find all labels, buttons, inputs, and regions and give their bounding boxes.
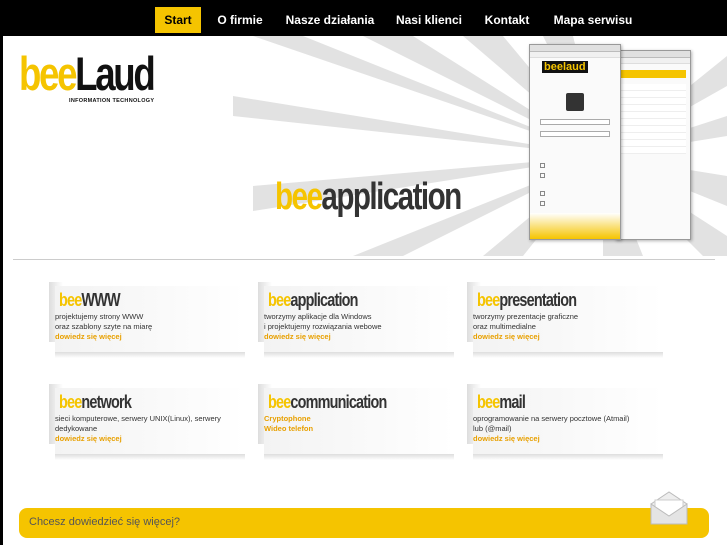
service-description: sieci komputerowe, serwery UNIX(Linux), … (55, 414, 255, 444)
more-link[interactable]: dowiedz się więcej (473, 332, 673, 342)
logo-tagline: INFORMATION TECHNOLOGY (69, 98, 155, 104)
more-link[interactable]: dowiedz się więcej (473, 434, 673, 444)
video-phone-link[interactable]: Wideo telefon (264, 424, 464, 434)
nav-nasze-dzialania[interactable]: Nasze działania (282, 7, 378, 33)
section-divider (13, 259, 715, 260)
logo-bee: bee (19, 47, 77, 100)
service-title: beeapplication (268, 290, 358, 311)
main-nav: Start O firmie Nasze działania Nasi klie… (0, 0, 727, 36)
beelaud-logo[interactable]: beeLaud INFORMATION TECHNOLOGY (19, 47, 191, 104)
banner-title-bee: bee (275, 176, 323, 218)
nav-mapa-serwisu[interactable]: Mapa serwisu (548, 7, 638, 33)
more-link[interactable]: dowiedz się więcej (264, 332, 464, 342)
service-description: tworzymy aplikacje dla Windows i projekt… (264, 312, 464, 342)
nav-nasi-klienci[interactable]: Nasi klienci (390, 7, 468, 33)
service-bee: bee (59, 290, 82, 310)
service-name: mail (499, 392, 526, 412)
service-line: projektujemy strony WWW (55, 312, 144, 321)
service-communication: beecommunication Cryptophone Wideo telef… (258, 384, 464, 460)
page-content: beeLaud INFORMATION TECHNOLOGY beeapplic… (3, 36, 727, 545)
service-description: projektujemy strony WWW oraz szablony sz… (55, 312, 255, 342)
service-name: application (290, 290, 358, 310)
logo-wordmark: beeLaud (19, 47, 156, 100)
service-bee: bee (477, 290, 500, 310)
service-bee: bee (268, 290, 291, 310)
nav-o-firmie[interactable]: O firmie (210, 7, 270, 33)
service-line: sieci komputerowe, serwery UNIX(Linux), … (55, 414, 221, 423)
contact-bar[interactable]: Chcesz dowiedzieć się więcej? (19, 508, 709, 538)
service-application: beeapplication tworzymy aplikacje dla Wi… (258, 282, 464, 358)
nav-start[interactable]: Start (155, 7, 201, 33)
service-www: beeWWW projektujemy strony WWW oraz szab… (49, 282, 255, 358)
service-title: beecommunication (268, 392, 387, 413)
service-line: dedykowane (55, 424, 98, 433)
cryptophone-link[interactable]: Cryptophone (264, 414, 464, 424)
service-title: beeWWW (59, 290, 121, 311)
more-link[interactable]: dowiedz się więcej (55, 434, 255, 444)
service-line: oprogramowanie na serwery pocztowe (Atma… (473, 414, 630, 423)
service-title: beenetwork (59, 392, 132, 413)
service-name: network (81, 392, 132, 412)
service-description: Cryptophone Wideo telefon (264, 414, 464, 434)
service-title: beemail (477, 392, 526, 413)
contact-bar-text: Chcesz dowiedzieć się więcej? (29, 516, 181, 528)
service-description: oprogramowanie na serwery pocztowe (Atma… (473, 414, 673, 444)
hero-banner: beeLaud INFORMATION TECHNOLOGY beeapplic… (3, 36, 727, 256)
service-line: tworzymy prezentacje graficzne (473, 312, 579, 321)
envelope-icon[interactable] (647, 490, 691, 530)
service-network: beenetwork sieci komputerowe, serwery UN… (49, 384, 255, 460)
service-description: tworzymy prezentacje graficzne oraz mult… (473, 312, 673, 342)
service-bee: bee (268, 392, 291, 412)
banner-title-rest: application (321, 176, 462, 218)
service-presentation: beepresentation tworzymy prezentacje gra… (467, 282, 673, 358)
service-line: lub (@mail) (473, 424, 512, 433)
service-bee: bee (59, 392, 82, 412)
logo-laud: Laud (75, 47, 156, 100)
service-bee: bee (477, 392, 500, 412)
service-name: presentation (499, 290, 577, 310)
service-line: tworzymy aplikacje dla Windows (264, 312, 372, 321)
service-name: WWW (81, 290, 120, 310)
app-screenshot-front: beelaud (529, 44, 621, 240)
nav-kontakt[interactable]: Kontakt (478, 7, 536, 33)
app-screenshot-back (615, 50, 691, 240)
more-link[interactable]: dowiedz się więcej (55, 332, 255, 342)
service-mail: beemail oprogramowanie na serwery poczto… (467, 384, 673, 460)
service-line: oraz multimedialne (473, 322, 536, 331)
service-line: oraz szablony szyte na miarę (55, 322, 153, 331)
service-title: beepresentation (477, 290, 577, 311)
service-line: i projektujemy rozwiązania webowe (264, 322, 382, 331)
service-name: communication (290, 392, 387, 412)
banner-title: beeapplication (275, 176, 462, 219)
